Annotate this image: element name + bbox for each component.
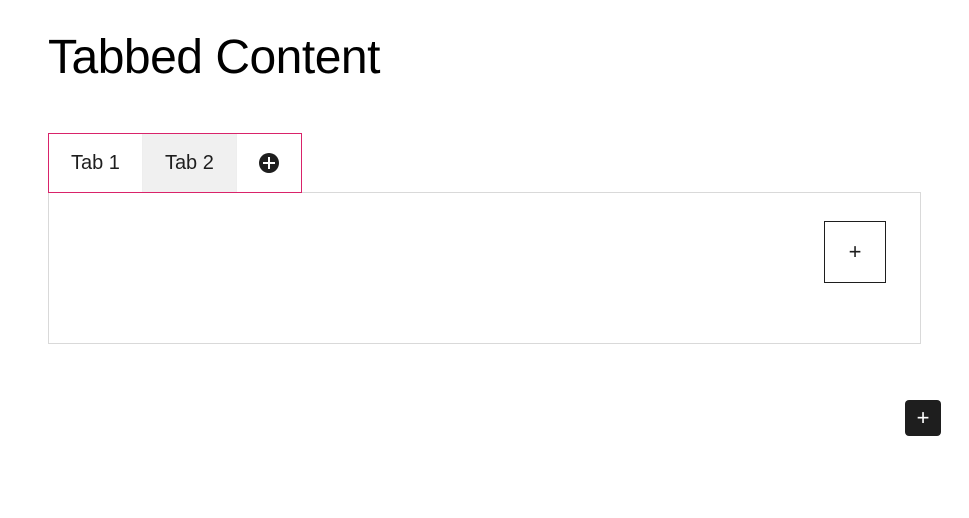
plus-circle-icon (257, 151, 281, 175)
floating-add-button[interactable]: + (905, 400, 941, 436)
tab-label: Tab 2 (165, 152, 214, 175)
tab-1[interactable]: Tab 1 (49, 134, 143, 192)
page-title: Tabbed Content (48, 30, 921, 85)
tab-panel: + (48, 192, 921, 344)
tab-list: Tab 1 Tab 2 (48, 133, 302, 193)
add-block-button[interactable]: + (824, 221, 886, 283)
tabs-block: Tab 1 Tab 2 + (48, 133, 921, 344)
add-tab-button[interactable] (237, 134, 301, 192)
tab-label: Tab 1 (71, 152, 120, 175)
tab-2[interactable]: Tab 2 (143, 134, 237, 192)
plus-icon: + (849, 241, 862, 263)
plus-icon: + (917, 407, 930, 429)
